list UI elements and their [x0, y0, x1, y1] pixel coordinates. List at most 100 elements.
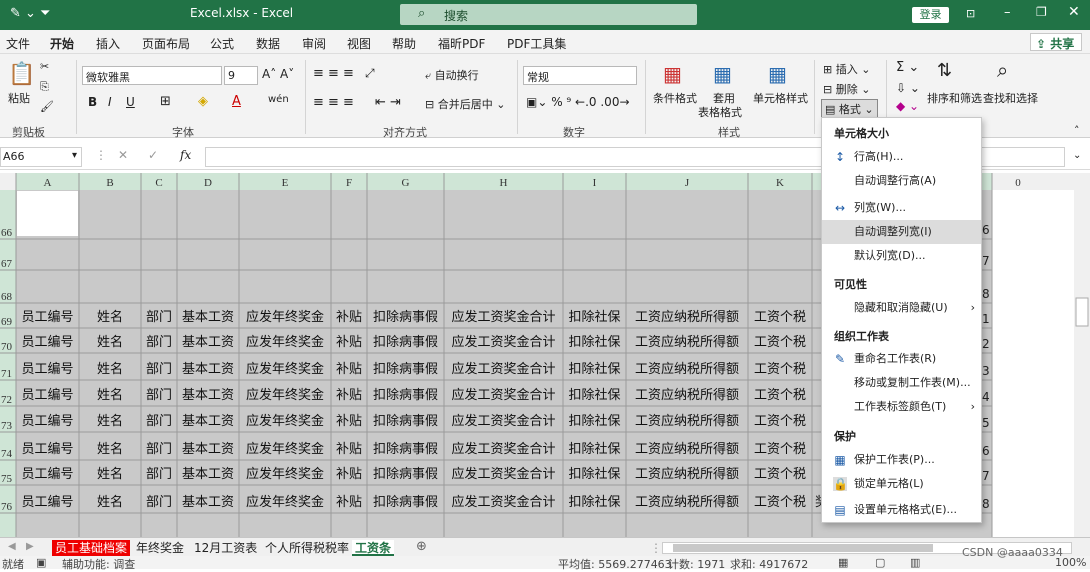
- find-select-icon[interactable]: ⌕: [997, 58, 1008, 82]
- share-button[interactable]: ⇪ 共享: [1030, 33, 1082, 51]
- table-cell[interactable]: 基本工资: [182, 310, 234, 325]
- font-color-icon[interactable]: A: [232, 94, 241, 109]
- table-cell[interactable]: 部门: [146, 310, 172, 325]
- menu-autofit-row[interactable]: 自动调整行高(A): [822, 169, 981, 193]
- format-table-icon[interactable]: ▦: [713, 62, 732, 86]
- row-header[interactable]: 76: [1, 501, 13, 513]
- underline-button[interactable]: U: [126, 95, 135, 109]
- table-cell[interactable]: 姓名: [97, 466, 123, 482]
- column-header[interactable]: F: [346, 177, 352, 189]
- table-cell[interactable]: 应发工资奖金合计: [451, 494, 555, 510]
- menu-tab-color[interactable]: 工作表标签颜色(T) ›: [822, 395, 981, 419]
- name-box[interactable]: A66: [0, 147, 82, 167]
- column-header[interactable]: A: [44, 177, 52, 189]
- table-cell[interactable]: 扣除社保: [568, 334, 620, 350]
- table-cell[interactable]: 扣除病事假: [373, 388, 438, 403]
- menu-review[interactable]: 审阅: [302, 35, 326, 52]
- sheet-tab-employee-base[interactable]: 员工基础档案: [52, 540, 131, 556]
- table-cell[interactable]: 姓名: [97, 441, 123, 457]
- table-cell[interactable]: 应发工资奖金合计: [451, 441, 555, 457]
- table-cell[interactable]: 扣除社保: [568, 387, 620, 403]
- table-cell[interactable]: 部门: [146, 442, 172, 457]
- menu-hide-unhide[interactable]: 隐藏和取消隐藏(U) ›: [822, 296, 981, 320]
- italic-button[interactable]: I: [108, 95, 112, 109]
- table-cell[interactable]: 部门: [146, 335, 172, 350]
- table-cell[interactable]: 工资应纳税所得额: [635, 441, 739, 457]
- menu-column-width[interactable]: ↔ 列宽(W)...: [822, 196, 981, 220]
- table-cell[interactable]: 基本工资: [182, 388, 234, 403]
- row-header[interactable]: 75: [1, 473, 13, 485]
- column-header[interactable]: I: [593, 177, 597, 189]
- column-header[interactable]: 0: [1015, 177, 1021, 189]
- table-cell[interactable]: 应发工资奖金合计: [451, 361, 555, 377]
- bold-button[interactable]: B: [88, 95, 97, 109]
- table-cell[interactable]: 应发年终奖金: [246, 441, 324, 457]
- cut-icon[interactable]: ✂: [40, 60, 49, 73]
- menu-default-width[interactable]: 默认列宽(D)...: [822, 244, 981, 268]
- table-cell[interactable]: 扣除病事假: [373, 310, 438, 325]
- column-header[interactable]: H: [500, 177, 508, 189]
- table-cell[interactable]: 基本工资: [182, 467, 234, 482]
- table-cell[interactable]: 部门: [146, 414, 172, 429]
- conditional-format-button[interactable]: 条件格式: [653, 90, 697, 106]
- autosave-icon[interactable]: ✎ ⌄ ⏷: [10, 6, 50, 21]
- table-cell[interactable]: 基本工资: [182, 442, 234, 457]
- restore-icon[interactable]: ❐: [1036, 5, 1047, 19]
- table-cell[interactable]: 工资应纳税所得额: [635, 413, 739, 429]
- number-format-select[interactable]: 常规: [523, 66, 637, 85]
- sheet-tab-tax-rate[interactable]: 个人所得税税率: [262, 540, 352, 556]
- clear-icon[interactable]: ◆ ⌄: [896, 99, 919, 113]
- menu-format-cells[interactable]: ▤ 设置单元格格式(E)...: [822, 498, 981, 522]
- menu-foxit-pdf[interactable]: 福昕PDF: [438, 35, 485, 52]
- table-cell[interactable]: 工资应纳税所得额: [635, 387, 739, 403]
- table-cell[interactable]: 扣除病事假: [373, 335, 438, 350]
- table-cell[interactable]: 员工编号: [21, 442, 73, 457]
- menu-formulas[interactable]: 公式: [210, 35, 234, 52]
- table-cell[interactable]: 应发工资奖金合计: [451, 334, 555, 350]
- border-icon[interactable]: ⊞: [160, 94, 171, 109]
- copy-icon[interactable]: ⎘: [40, 80, 49, 94]
- table-cell[interactable]: 基本工资: [182, 335, 234, 350]
- table-cell[interactable]: 工资个税: [754, 414, 806, 429]
- table-cell[interactable]: 补贴: [336, 388, 362, 403]
- format-cells-button[interactable]: ▤ 格式 ⌄: [821, 99, 878, 119]
- table-cell[interactable]: 应发年终奖金: [246, 387, 324, 403]
- insert-cells-button[interactable]: ⊞ 插入 ⌄: [823, 61, 870, 77]
- table-cell[interactable]: 员工编号: [21, 414, 73, 429]
- paste-icon[interactable]: 📋: [8, 62, 35, 87]
- table-cell[interactable]: 应发年终奖金: [246, 334, 324, 350]
- table-cell[interactable]: 扣除社保: [568, 466, 620, 482]
- column-header[interactable]: C: [155, 177, 162, 189]
- menu-insert[interactable]: 插入: [96, 35, 120, 52]
- menu-rename-sheet[interactable]: ✎ 重命名工作表(R): [822, 347, 981, 371]
- delete-cells-button[interactable]: ⊟ 删除 ⌄: [823, 81, 870, 97]
- scrollbar-thumb[interactable]: [673, 544, 933, 552]
- table-cell[interactable]: 应发年终奖金: [246, 494, 324, 510]
- table-cell[interactable]: 姓名: [97, 361, 123, 377]
- table-cell[interactable]: 应发工资奖金合计: [451, 387, 555, 403]
- table-cell[interactable]: 补贴: [336, 310, 362, 325]
- table-cell[interactable]: 扣除社保: [568, 361, 620, 377]
- table-cell[interactable]: 应发工资奖金合计: [451, 466, 555, 482]
- menu-pdf-tools[interactable]: PDF工具集: [507, 35, 566, 52]
- table-cell[interactable]: 工资应纳税所得额: [635, 494, 739, 510]
- sheet-tab-december-salary[interactable]: 12月工资表: [191, 540, 260, 556]
- vertical-scrollbar[interactable]: [1074, 173, 1090, 543]
- row-header[interactable]: 69: [1, 316, 13, 328]
- menu-autofit-column[interactable]: 自动调整列宽(I): [822, 220, 981, 244]
- sheet-tab-year-bonus[interactable]: 年终奖金: [133, 540, 187, 556]
- menu-data[interactable]: 数据: [256, 35, 280, 52]
- table-cell[interactable]: 工资个税: [754, 467, 806, 482]
- menu-view[interactable]: 视图: [347, 35, 371, 52]
- wrap-text-button[interactable]: ⤶ 自动换行: [425, 67, 479, 83]
- column-header[interactable]: D: [204, 177, 212, 189]
- grow-font-icon[interactable]: A˄ A˅: [262, 67, 294, 81]
- table-cell[interactable]: 工资应纳税所得额: [635, 361, 739, 377]
- table-cell[interactable]: 工资个税: [754, 442, 806, 457]
- enter-icon[interactable]: ✓: [148, 148, 158, 162]
- format-table-button-line2[interactable]: 表格格式: [698, 104, 742, 120]
- font-size-select[interactable]: 9: [224, 66, 258, 85]
- orientation-icon[interactable]: ⤢: [365, 66, 375, 81]
- column-header[interactable]: J: [685, 177, 690, 189]
- paste-button[interactable]: 粘贴: [8, 90, 30, 106]
